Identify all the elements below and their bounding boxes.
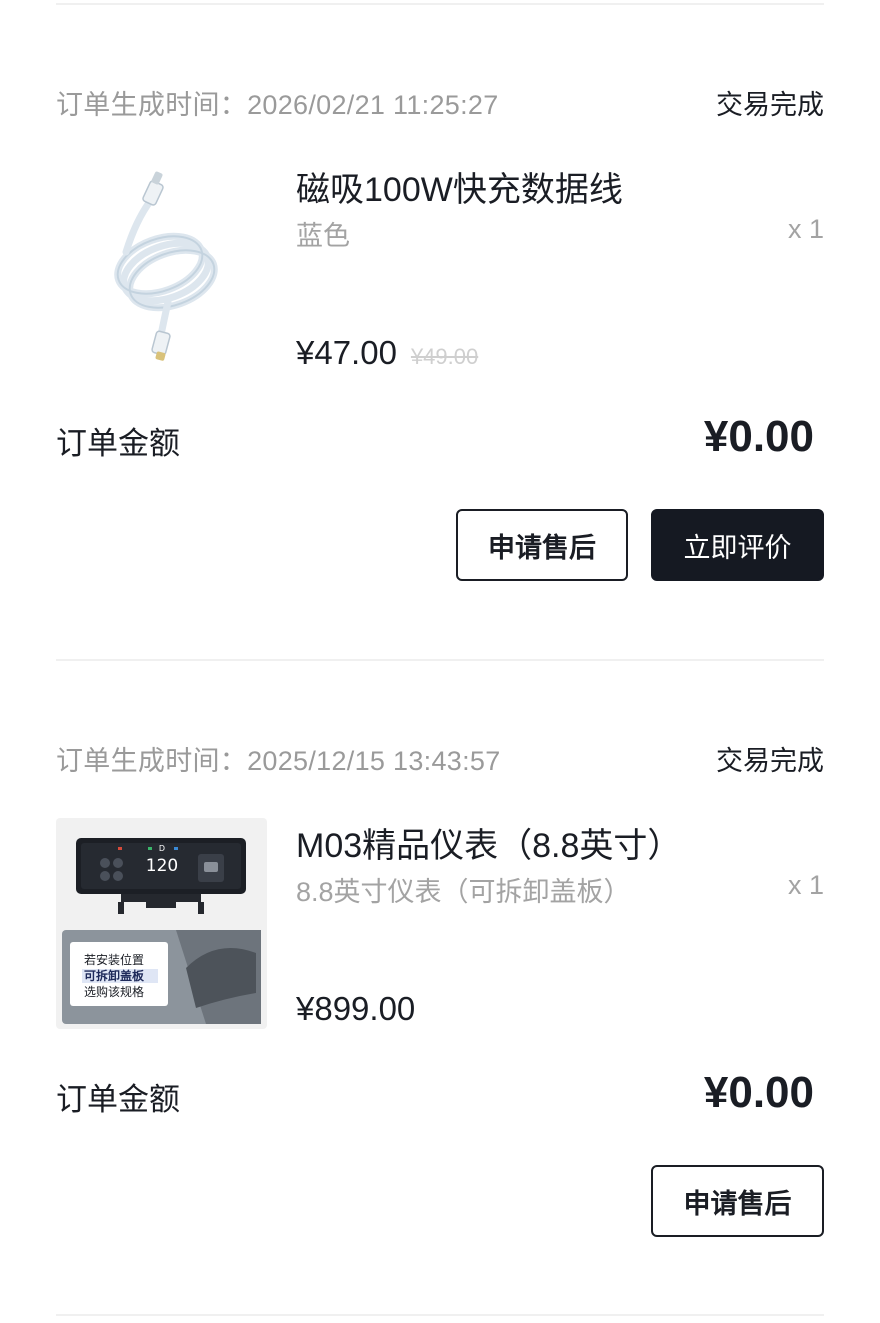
- review-button[interactable]: 立即评价: [651, 509, 824, 581]
- product-title[interactable]: M03精品仪表（8.8英寸）: [296, 818, 681, 867]
- order-amount-label: 订单金额: [56, 1082, 180, 1117]
- original-price: ¥49.00: [410, 344, 479, 369]
- speed-readout: 120: [146, 856, 178, 876]
- product-quantity: x 1: [787, 214, 824, 244]
- product-spec: 8.8英寸仪表（可拆卸盖板）: [296, 877, 631, 907]
- order-time: 订单生成时间：2025/12/15 13:43:57: [56, 745, 501, 776]
- order-status: 交易完成: [716, 89, 824, 120]
- divider: [56, 3, 824, 5]
- product-image[interactable]: [56, 160, 267, 371]
- order-list: 订单生成时间：2026/02/21 11:25:27 交易完成 磁吸100W快充…: [0, 0, 880, 1323]
- product-spec: 蓝色: [296, 221, 350, 251]
- order-header: 订单生成时间：2026/02/21 11:25:27 交易完成: [56, 82, 824, 122]
- product-price: ¥899.00: [296, 990, 416, 1027]
- divider: [56, 659, 824, 661]
- after-sale-button[interactable]: 申请售后: [456, 509, 628, 581]
- image-note-line3: 选购该规格: [84, 984, 144, 999]
- product-image[interactable]: 120 D 若安装位置 可拆卸盖板 选购该规格: [56, 818, 267, 1029]
- order-header: 订单生成时间：2025/12/15 13:43:57 交易完成: [56, 738, 824, 778]
- after-sale-button[interactable]: 申请售后: [651, 1165, 824, 1237]
- product-price: ¥47.00: [296, 334, 397, 371]
- order-amount-label: 订单金额: [56, 426, 180, 461]
- image-note-line2: 可拆卸盖板: [84, 968, 145, 983]
- price-row: ¥47.00 ¥49.00: [296, 334, 478, 372]
- image-note-line1: 若安装位置: [84, 952, 144, 967]
- order-time: 订单生成时间：2026/02/21 11:25:27: [56, 89, 499, 120]
- price-row: ¥899.00: [296, 990, 415, 1028]
- dashboard-display-image: 120 D 若安装位置 可拆卸盖板 选购该规格: [62, 838, 261, 1024]
- divider: [56, 1314, 824, 1316]
- product-quantity: x 1: [787, 870, 824, 900]
- order-status: 交易完成: [716, 745, 824, 776]
- order-amount-value: ¥0.00: [703, 412, 814, 461]
- gear-readout: D: [159, 844, 165, 853]
- order-amount-value: ¥0.00: [703, 1068, 814, 1117]
- usb-c-cable-image: [114, 171, 218, 361]
- product-title[interactable]: 磁吸100W快充数据线: [296, 162, 623, 211]
